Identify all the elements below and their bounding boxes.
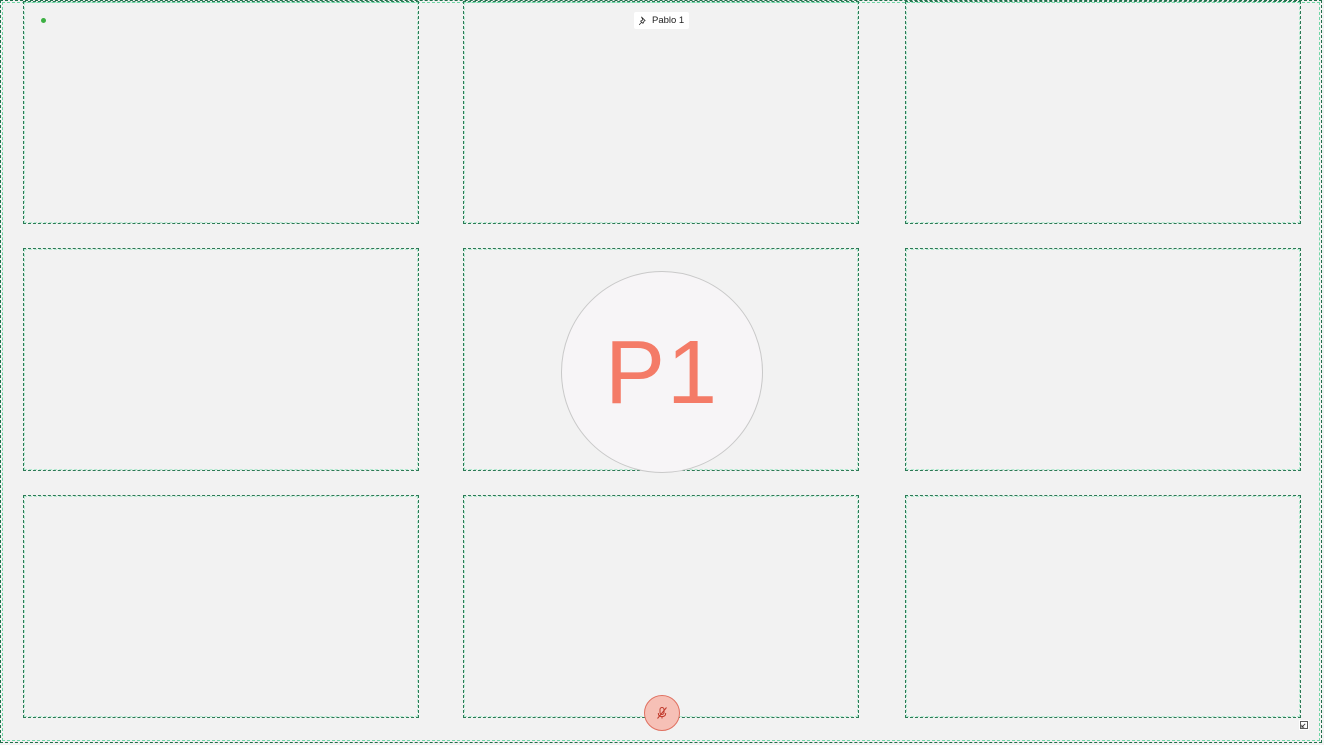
grid-tile (463, 495, 859, 718)
grid-tile (905, 1, 1301, 224)
participant-name: Pablo 1 (652, 15, 685, 26)
participant-name-tag[interactable]: Pablo 1 (634, 12, 690, 29)
expand-button[interactable] (1299, 720, 1309, 730)
status-dot (41, 18, 46, 23)
grid-tile (23, 495, 419, 718)
avatar-initials: P1 (604, 323, 720, 423)
participant-avatar: P1 (561, 271, 763, 473)
grid-tile (23, 1, 419, 224)
mic-muted-button[interactable] (644, 695, 680, 731)
video-grid-stage: Pablo 1 P1 (0, 0, 1322, 743)
grid-tile (463, 1, 859, 224)
grid-tile (905, 248, 1301, 471)
grid-tile (905, 495, 1301, 718)
grid-tile (23, 248, 419, 471)
pin-icon[interactable] (638, 16, 648, 26)
expand-icon (1300, 721, 1308, 729)
mic-off-icon (654, 705, 670, 721)
